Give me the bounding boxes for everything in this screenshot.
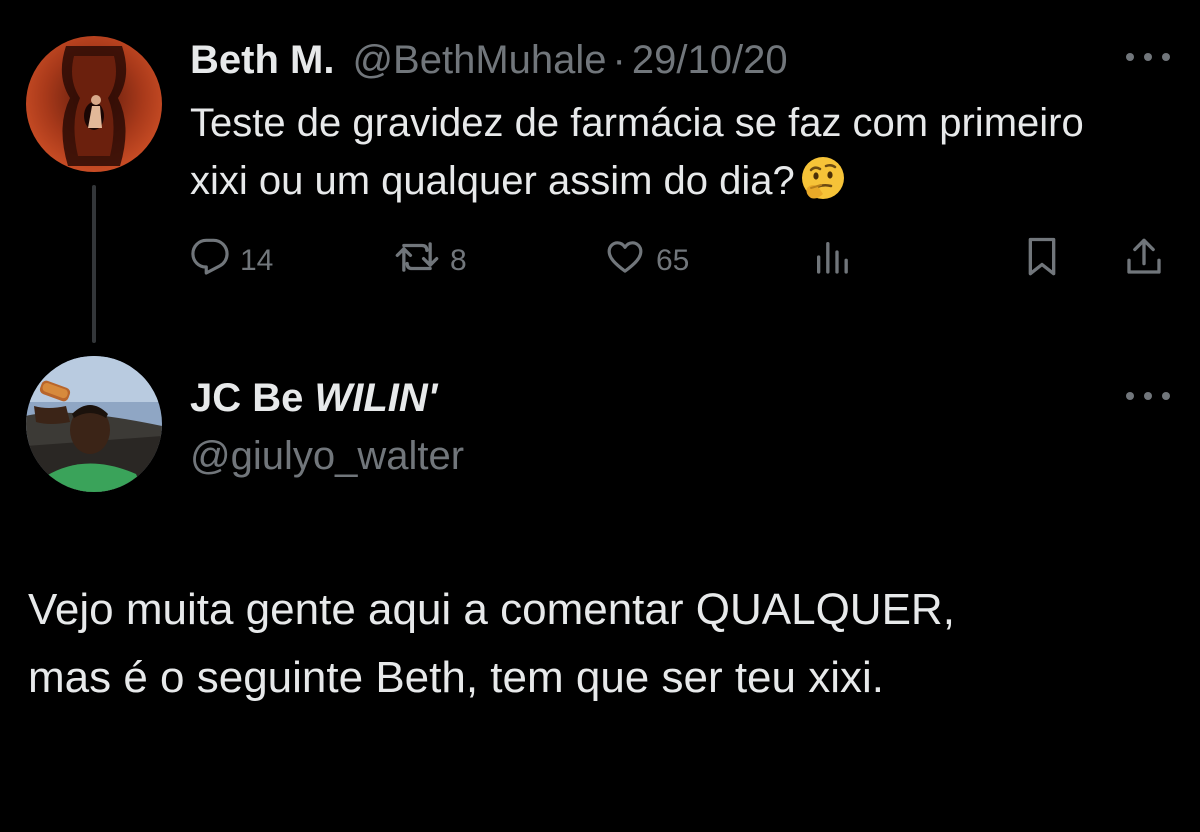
views-icon: [812, 237, 852, 285]
author-display-name[interactable]: Beth M.: [190, 36, 334, 84]
more-icon[interactable]: [1126, 47, 1170, 67]
views-button[interactable]: [812, 236, 852, 286]
tweet-body: Teste de gravidez de farmácia se faz com…: [190, 101, 1084, 203]
like-icon: [604, 237, 646, 285]
reply-button[interactable]: 14: [190, 236, 273, 286]
reply-name-prefix: JC Be: [190, 376, 315, 420]
tweet-actions: 14 8 65: [190, 236, 1170, 286]
reply-text-line-1: Vejo muita gente aqui a comentar QUALQUE…: [28, 585, 955, 634]
thread-connector-line: [92, 185, 96, 343]
bookmark-icon: [1022, 235, 1062, 287]
separator-dot: ·: [612, 38, 626, 82]
reply-author-handle[interactable]: @giulyo_walter: [190, 432, 464, 480]
retweet-button[interactable]: 8: [394, 236, 467, 286]
tweet-header: Beth M. @BethMuhale · 29/10/20: [190, 36, 788, 84]
reply-more-icon[interactable]: [1126, 386, 1170, 406]
share-button[interactable]: [1124, 236, 1164, 286]
share-icon: [1124, 235, 1164, 287]
reply-author-display-name[interactable]: JC Be WILIN': [190, 374, 437, 422]
bookmark-button[interactable]: [1022, 236, 1062, 286]
avatar-jc[interactable]: [26, 356, 162, 492]
tweet-date[interactable]: 29/10/20: [632, 36, 788, 84]
reply-icon: [190, 237, 230, 285]
reply-count: 14: [240, 244, 274, 277]
retweet-icon: [394, 237, 440, 285]
tweet-text: Teste de gravidez de farmácia se faz com…: [190, 94, 1150, 218]
thinking-face-icon: [799, 154, 847, 218]
retweet-count: 8: [450, 244, 467, 277]
reply-tweet-text: Vejo muita gente aqui a comentar QUALQUE…: [28, 576, 1168, 712]
reply-text-line-2: mas é o seguinte Beth, tem que ser teu x…: [28, 653, 885, 702]
author-handle[interactable]: @BethMuhale: [352, 36, 606, 84]
like-count: 65: [656, 244, 690, 277]
avatar-beth[interactable]: [26, 36, 162, 172]
like-button[interactable]: 65: [604, 236, 689, 286]
reply-name-suffix: WILIN': [314, 376, 438, 420]
